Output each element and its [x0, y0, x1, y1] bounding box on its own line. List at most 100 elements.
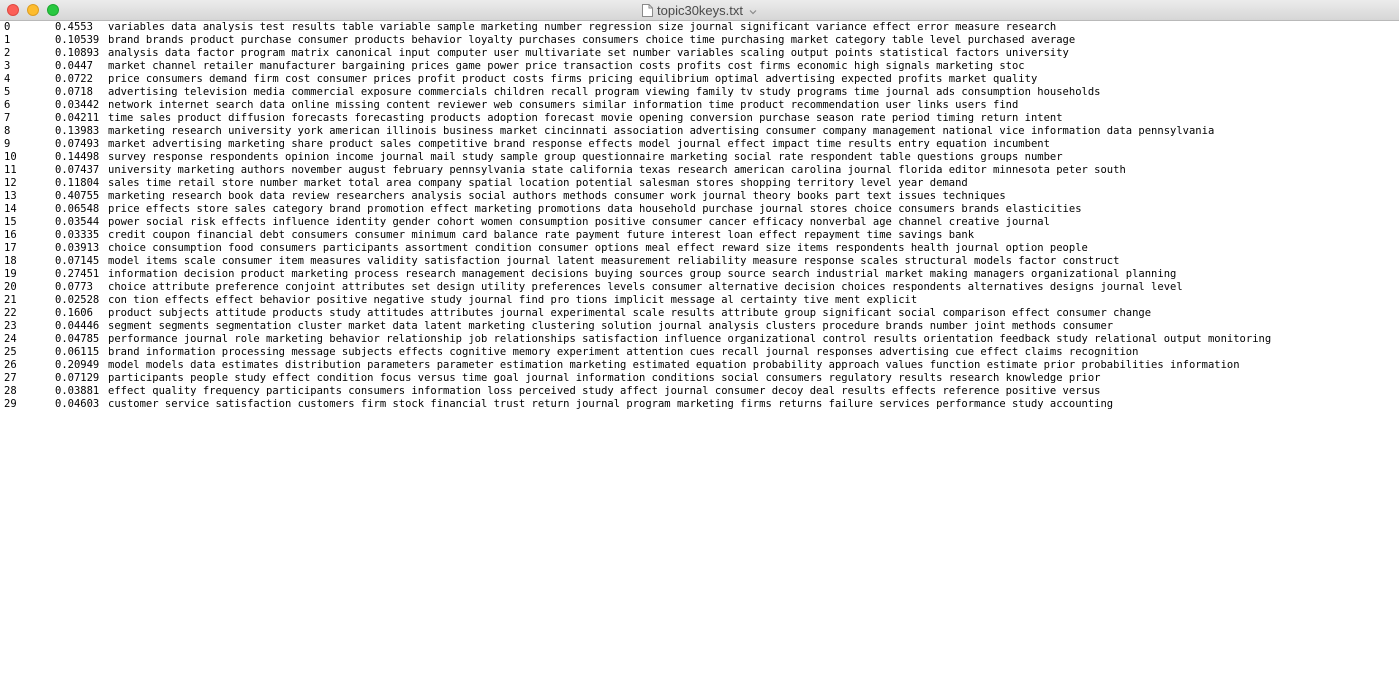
- text-line: 2 0.10893 analysis data factor program mat…: [0, 47, 1399, 60]
- topic-keywords: choice consumption food consumers partic…: [108, 242, 1088, 254]
- topic-index: 10: [4, 151, 17, 163]
- title-menu[interactable]: topic30keys.txt: [642, 2, 757, 19]
- text-line: 23 0.04446 segment segments segmentation c…: [0, 320, 1399, 333]
- topic-keywords: sales time retail store number market to…: [108, 177, 968, 189]
- topic-index: 9: [4, 138, 11, 150]
- topic-weight: 0.07493: [55, 138, 100, 150]
- topic-index: 25: [4, 346, 17, 358]
- topic-index: 20: [4, 281, 17, 293]
- topic-weight: 0.40755: [55, 190, 100, 202]
- text-editor-window: topic30keys.txt 0 0.4553 variables data an…: [0, 0, 1399, 689]
- text-line: 1 0.10539 brand brands product purchase co…: [0, 34, 1399, 47]
- topic-weight: 0.03881: [55, 385, 100, 397]
- text-line: 13 0.40755 marketing research book data re…: [0, 190, 1399, 203]
- topic-index: 21: [4, 294, 17, 306]
- topic-index: 12: [4, 177, 17, 189]
- topic-index: 1: [4, 34, 11, 46]
- topic-index: 6: [4, 99, 11, 111]
- topic-keywords: variables data analysis test results tab…: [108, 21, 1057, 33]
- topic-index: 4: [4, 73, 11, 85]
- topic-keywords: market advertising marketing share produ…: [108, 138, 1050, 150]
- text-line: 4 0.0722 price consumers demand firm cost …: [0, 73, 1399, 86]
- text-line: 21 0.02528 con tion effects effect behavio…: [0, 294, 1399, 307]
- topic-weight: 0.03335: [55, 229, 100, 241]
- window-title: topic30keys.txt: [657, 3, 743, 18]
- topic-keywords: time sales product diffusion forecasts f…: [108, 112, 1063, 124]
- topic-index: 23: [4, 320, 17, 332]
- topic-keywords: model items scale consumer item measures…: [108, 255, 1120, 267]
- topic-weight: 0.0718: [55, 86, 93, 98]
- text-line: 15 0.03544 power social risk effects influ…: [0, 216, 1399, 229]
- text-line: 24 0.04785 performance journal role market…: [0, 333, 1399, 346]
- topic-keywords: choice attribute preference conjoint att…: [108, 281, 1183, 293]
- topic-index: 7: [4, 112, 11, 124]
- document-icon: [642, 4, 653, 17]
- topic-weight: 0.04785: [55, 333, 100, 345]
- topic-keywords: university marketing authors november au…: [108, 164, 1126, 176]
- topic-index: 26: [4, 359, 17, 371]
- topic-weight: 0.14498: [55, 151, 100, 163]
- topic-weight: 0.07129: [55, 372, 100, 384]
- window-title-area: topic30keys.txt: [0, 2, 1399, 21]
- topic-weight: 0.20949: [55, 359, 100, 371]
- text-line: 19 0.27451 information decision product ma…: [0, 268, 1399, 281]
- topic-index: 5: [4, 86, 11, 98]
- topic-keywords: performance journal role marketing behav…: [108, 333, 1272, 345]
- text-line: 28 0.03881 effect quality frequency partic…: [0, 385, 1399, 398]
- topic-keywords: brand information processing message sub…: [108, 346, 1139, 358]
- topic-weight: 0.04603: [55, 398, 100, 410]
- topic-index: 2: [4, 47, 11, 59]
- topic-keywords: participants people study effect conditi…: [108, 372, 1101, 384]
- topic-keywords: analysis data factor program matrix cano…: [108, 47, 1069, 59]
- topic-weight: 0.06548: [55, 203, 100, 215]
- topic-index: 19: [4, 268, 17, 280]
- text-line: 12 0.11804 sales time retail store number …: [0, 177, 1399, 190]
- text-line: 5 0.0718 advertising television media comm…: [0, 86, 1399, 99]
- text-line: 27 0.07129 participants people study effec…: [0, 372, 1399, 385]
- topic-index: 3: [4, 60, 11, 72]
- topic-index: 14: [4, 203, 17, 215]
- topic-keywords: product subjects attitude products study…: [108, 307, 1152, 319]
- topic-index: 29: [4, 398, 17, 410]
- topic-keywords: credit coupon financial debt consumers c…: [108, 229, 975, 241]
- topic-keywords: advertising television media commercial …: [108, 86, 1101, 98]
- topic-weight: 0.04211: [55, 112, 100, 124]
- text-line: 29 0.04603 customer service satisfaction c…: [0, 398, 1399, 411]
- topic-keywords: price effects store sales category brand…: [108, 203, 1082, 215]
- topic-keywords: customer service satisfaction customers …: [108, 398, 1114, 410]
- topic-index: 27: [4, 372, 17, 384]
- text-line: 0 0.4553 variables data analysis test resu…: [0, 21, 1399, 34]
- chevron-down-icon[interactable]: [749, 9, 757, 15]
- text-line: 9 0.07493 market advertising marketing sha…: [0, 138, 1399, 151]
- topic-index: 8: [4, 125, 11, 137]
- text-line: 7 0.04211 time sales product diffusion for…: [0, 112, 1399, 125]
- topic-weight: 0.0773: [55, 281, 93, 293]
- topic-keywords: segment segments segmentation cluster ma…: [108, 320, 1114, 332]
- topic-weight: 0.07437: [55, 164, 100, 176]
- topic-keywords: information decision product marketing p…: [108, 268, 1177, 280]
- topic-index: 11: [4, 164, 17, 176]
- topic-weight: 0.03442: [55, 99, 100, 111]
- topic-weight: 0.4553: [55, 21, 93, 33]
- text-content-area[interactable]: 0 0.4553 variables data analysis test resu…: [0, 21, 1399, 689]
- topic-weight: 0.04446: [55, 320, 100, 332]
- text-line: 16 0.03335 credit coupon financial debt co…: [0, 229, 1399, 242]
- topic-keywords: market channel retailer manufacturer bar…: [108, 60, 1025, 72]
- title-bar[interactable]: topic30keys.txt: [0, 0, 1399, 21]
- topic-weight: 0.10539: [55, 34, 100, 46]
- topic-keywords: marketing research university york ameri…: [108, 125, 1215, 137]
- topic-keywords: brand brands product purchase consumer p…: [108, 34, 1076, 46]
- topic-index: 18: [4, 255, 17, 267]
- topic-index: 17: [4, 242, 17, 254]
- text-line: 20 0.0773 choice attribute preference conj…: [0, 281, 1399, 294]
- topic-weight: 0.11804: [55, 177, 100, 189]
- topic-keywords: effect quality frequency participants co…: [108, 385, 1101, 397]
- topic-weight: 0.10893: [55, 47, 100, 59]
- text-line: 11 0.07437 university marketing authors no…: [0, 164, 1399, 177]
- topic-keywords: model models data estimates distribution…: [108, 359, 1240, 371]
- topic-index: 13: [4, 190, 17, 202]
- topic-weight: 0.13983: [55, 125, 100, 137]
- text-line: 17 0.03913 choice consumption food consume…: [0, 242, 1399, 255]
- text-line: 22 0.1606 product subjects attitude produc…: [0, 307, 1399, 320]
- text-line: 8 0.13983 marketing research university yo…: [0, 125, 1399, 138]
